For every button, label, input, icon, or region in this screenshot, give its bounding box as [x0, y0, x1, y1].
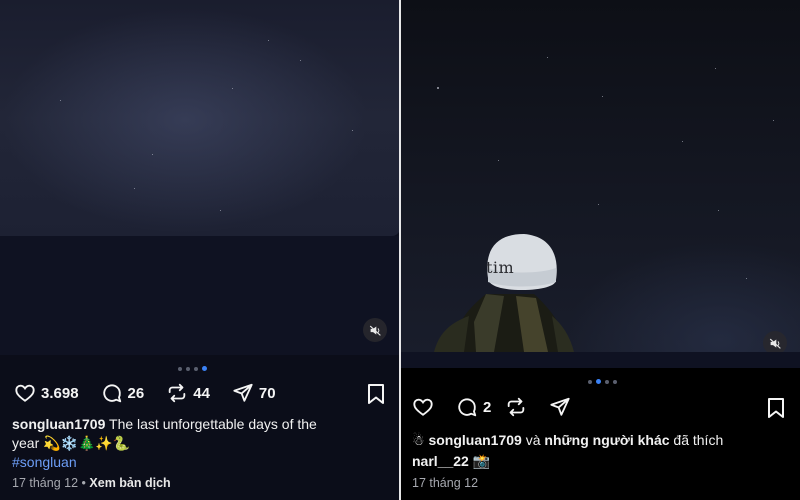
- heart-icon: [15, 384, 35, 402]
- liked-by-others[interactable]: những người khác: [544, 432, 669, 448]
- bookmark-icon[interactable]: [766, 397, 786, 419]
- repost-button[interactable]: [505, 396, 527, 418]
- caption-text-line2: year 💫❄️🎄✨🐍: [12, 435, 131, 451]
- share-count: 70: [258, 384, 276, 402]
- panel-divider: [399, 0, 401, 500]
- mute-button[interactable]: [363, 318, 387, 342]
- right-post-media[interactable]: tim: [400, 0, 800, 352]
- snowman-icon: ☃: [412, 432, 425, 448]
- hashtag-link[interactable]: #songluan: [12, 454, 77, 470]
- carousel-dot: [605, 379, 609, 384]
- share-button[interactable]: [549, 396, 571, 418]
- repost-icon: [508, 397, 525, 417]
- right-post: tim 2 ☃ songluan1709 và những người khác…: [400, 0, 800, 500]
- carousel-dot-active: [596, 379, 601, 384]
- post-date: 17 tháng 12: [412, 476, 479, 490]
- bookmark-icon[interactable]: [366, 383, 386, 405]
- action-bar: 2: [412, 396, 593, 418]
- carousel-indicator: [178, 366, 207, 371]
- post-meta: 17 tháng 12: [412, 476, 478, 490]
- carousel-indicator: [588, 379, 617, 384]
- comment-bubble-icon: [102, 384, 121, 403]
- liked-by-line: ☃ songluan1709 và những người khác đã th…: [412, 431, 792, 450]
- comment-bubble-icon: [458, 398, 477, 417]
- action-bar: 3.698 26 44 70: [14, 382, 298, 404]
- night-sky-photo: [0, 0, 400, 236]
- caption-text-line1: The last unforgettable days of the: [109, 416, 317, 432]
- liked-by-conjunction: và: [521, 432, 545, 448]
- meta-separator: •: [81, 476, 86, 490]
- left-post: 3.698 26 44 70 songluan1709 The last unf…: [0, 0, 400, 500]
- carousel-dot: [194, 366, 198, 371]
- media-bottom-bar: [400, 352, 800, 368]
- liked-by-username[interactable]: songluan1709: [428, 432, 521, 448]
- screenshot-root: 3.698 26 44 70 songluan1709 The last unf…: [0, 0, 800, 500]
- post-date: 17 tháng 12: [12, 476, 79, 490]
- send-icon: [233, 383, 253, 402]
- translate-link[interactable]: Xem bản dịch: [89, 476, 170, 490]
- speaker-muted-icon: [369, 325, 381, 336]
- send-icon: [550, 397, 570, 416]
- post-author-line: narl__22 📸: [412, 452, 490, 471]
- like-button[interactable]: 3.698: [14, 382, 79, 404]
- share-button[interactable]: 70: [232, 382, 276, 404]
- like-button[interactable]: [412, 396, 434, 418]
- comment-count: 26: [127, 384, 145, 402]
- camera-icon: 📸: [472, 453, 491, 469]
- repost-icon: [168, 383, 186, 403]
- comment-count: 2: [483, 398, 492, 416]
- heart-icon: [413, 398, 433, 416]
- repost-button[interactable]: 44: [166, 382, 210, 404]
- person-in-beanie: [434, 234, 574, 352]
- carousel-dot: [178, 366, 182, 371]
- post-meta: 17 tháng 12 • Xem bản dịch: [12, 476, 171, 490]
- like-count: 3.698: [41, 384, 79, 402]
- mute-button[interactable]: [763, 331, 787, 352]
- carousel-dot: [613, 379, 617, 384]
- repost-count: 44: [193, 384, 210, 402]
- comment-button[interactable]: 26: [101, 382, 145, 404]
- post-caption: songluan1709 The last unforgettable days…: [12, 415, 384, 472]
- media-lower-area: [0, 236, 400, 355]
- caption-username[interactable]: songluan1709: [12, 416, 105, 432]
- liked-by-suffix: đã thích: [669, 432, 724, 448]
- beanie-text: tim: [486, 258, 515, 277]
- carousel-dot: [186, 366, 190, 371]
- left-post-media[interactable]: [0, 0, 400, 355]
- carousel-dot-active: [202, 366, 207, 371]
- carousel-dot: [588, 379, 592, 384]
- comment-button[interactable]: 2: [456, 396, 491, 418]
- author-username[interactable]: narl__22: [412, 453, 469, 469]
- speaker-muted-icon: [769, 338, 781, 349]
